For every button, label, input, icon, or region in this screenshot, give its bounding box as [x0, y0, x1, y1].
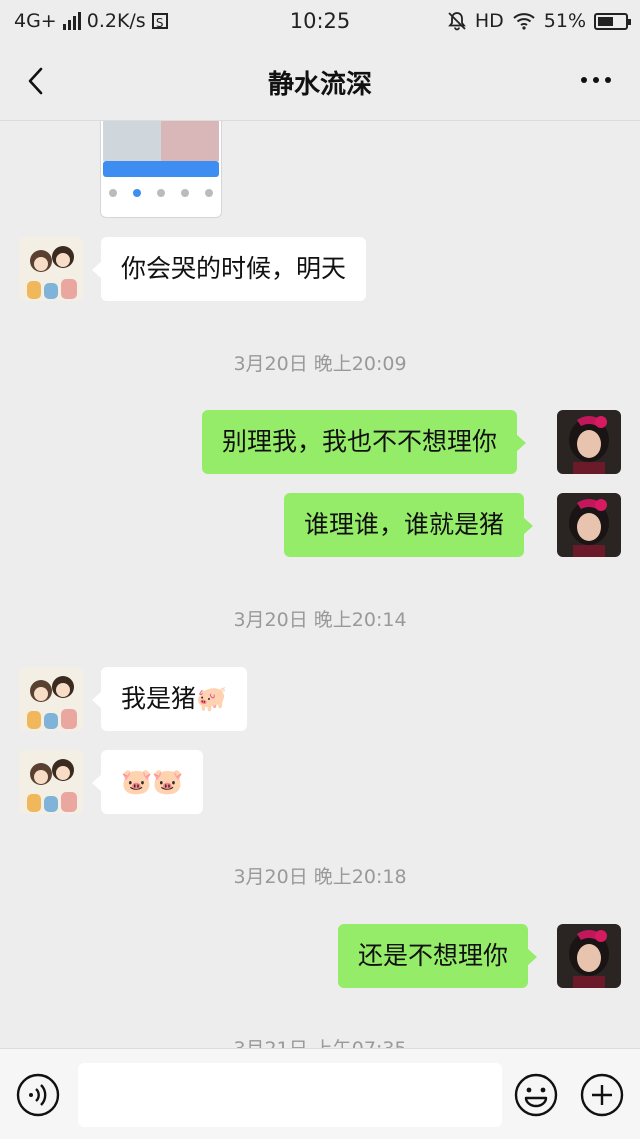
avatar-illustration	[19, 237, 83, 301]
mute-bell-icon	[447, 12, 466, 31]
voice-input-icon[interactable]	[16, 1073, 60, 1117]
avatar-portrait	[557, 493, 621, 557]
avatar-portrait	[557, 924, 621, 988]
message-timestamp: 3月20日 晚上20:18	[233, 866, 407, 888]
message-bubble-outgoing[interactable]: 还是不想理你	[338, 924, 538, 988]
add-more-icon[interactable]	[580, 1073, 624, 1117]
battery-percent: 51%	[543, 10, 586, 32]
avatar-portrait	[557, 410, 621, 474]
battery-icon	[594, 12, 631, 30]
message-timestamp: 3月20日 晚上20:09	[233, 353, 407, 375]
my-avatar[interactable]	[557, 924, 621, 988]
image-banner	[103, 161, 219, 177]
wifi-icon	[513, 13, 535, 30]
message-bubble-outgoing[interactable]: 别理我，我也不不想理你	[202, 410, 527, 474]
my-avatar[interactable]	[557, 493, 621, 557]
message-timestamp: 3月21日 上午07:35	[0, 1034, 640, 1048]
input-bar	[0, 1048, 640, 1139]
message-bubble-incoming[interactable]: 我是猪🐖	[91, 667, 248, 731]
avatar-illustration	[19, 750, 83, 814]
contact-avatar[interactable]	[19, 667, 83, 731]
avatar-illustration	[19, 667, 83, 731]
message-bubble-outgoing[interactable]: 谁理谁，谁就是猪	[284, 493, 534, 557]
my-avatar[interactable]	[557, 410, 621, 474]
hd-label: HD	[474, 10, 504, 32]
image-message[interactable]	[100, 121, 222, 218]
contact-avatar[interactable]	[19, 237, 83, 301]
chat-title: 静水流深	[267, 70, 372, 100]
message-bubble-incoming[interactable]: 你会哭的时候，明天	[91, 237, 367, 301]
status-right: HD 51%	[447, 10, 631, 32]
status-bar: 4G+ 0.2K/s S 10:25 HD 51%	[0, 0, 640, 44]
image-preview	[103, 121, 219, 161]
emoji-icon[interactable]	[514, 1073, 558, 1117]
chat-header: 静水流深	[0, 44, 640, 121]
message-bubble-incoming[interactable]: 🐷🐷	[91, 750, 204, 814]
image-nav-dots	[109, 189, 213, 197]
more-options-icon[interactable]	[578, 68, 614, 92]
message-list[interactable]: 你会哭的时候，明天 3月20日 晚上20:09 别理我，我也不不想理你 谁理谁，…	[0, 121, 640, 1048]
contact-avatar[interactable]	[19, 750, 83, 814]
message-timestamp: 3月20日 晚上20:14	[233, 609, 407, 631]
message-input[interactable]	[78, 1063, 502, 1127]
